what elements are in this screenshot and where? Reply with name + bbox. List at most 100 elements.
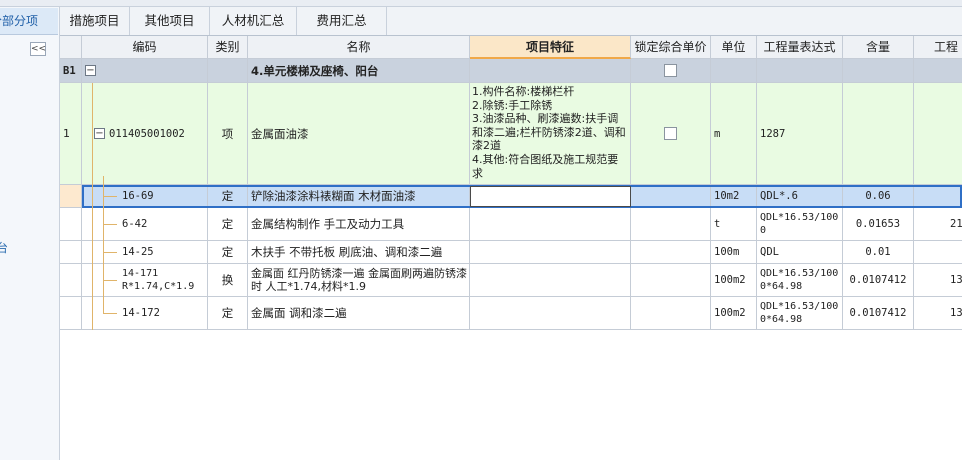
side-tree-label[interactable]: 台 xyxy=(0,239,8,256)
row-d4-lock xyxy=(631,264,711,297)
row-d2-name[interactable]: 金属结构制作 手工及动力工具 xyxy=(248,208,470,241)
row-d1-type: 定 xyxy=(208,185,248,208)
row-d5-feature[interactable] xyxy=(470,297,631,330)
row-d4-unit[interactable]: 100m2 xyxy=(711,264,757,297)
row-d2-code[interactable]: 6-42 xyxy=(82,208,208,241)
row-index-1: 1 xyxy=(60,83,82,185)
row-1-feature[interactable]: 1.构件名称:楼梯栏杆 2.除锈:手工除锈 3.油漆品种、刷漆遍数:扶手调和漆二… xyxy=(470,83,631,185)
row-d4-code[interactable]: 14-171 R*1.74,C*1.9 xyxy=(82,264,208,297)
row-b1-quantity xyxy=(914,59,962,83)
row-b1-name[interactable]: 4.单元楼梯及座椅、阳台 xyxy=(248,59,470,83)
row-d4-quantity[interactable]: 13 xyxy=(914,264,962,297)
row-d2-unit[interactable]: t xyxy=(711,208,757,241)
row-1-lock xyxy=(631,83,711,185)
collapse-panel-button[interactable]: << xyxy=(30,42,46,56)
row-1-quantity xyxy=(914,83,962,185)
header-content[interactable]: 含量 xyxy=(843,36,914,59)
header-name[interactable]: 名称 xyxy=(248,36,470,59)
bill-items-grid: 编码 类别 名称 项目特征 锁定综合单价 单位 工程量表达式 含量 工程 B1 … xyxy=(60,36,962,331)
tab-fenbufenxiang[interactable]: 分部分项 xyxy=(0,8,58,35)
header-code[interactable]: 编码 xyxy=(82,36,208,59)
feature-edit-box[interactable] xyxy=(470,186,631,207)
row-d3-expr[interactable]: QDL xyxy=(757,241,843,264)
row-d2-type: 定 xyxy=(208,208,248,241)
row-d3-content[interactable]: 0.01 xyxy=(843,241,914,264)
row-index-b1: B1 xyxy=(60,59,82,83)
top-tab-bar: 措施项目 其他项目 人材机汇总 费用汇总 xyxy=(60,7,962,36)
row-d2-feature[interactable] xyxy=(470,208,631,241)
row-d2-lock xyxy=(631,208,711,241)
collapse-minus-icon[interactable]: − xyxy=(94,128,105,139)
tree-line-branch xyxy=(103,280,117,281)
row-d1-lock xyxy=(631,185,711,208)
row-d5-lock xyxy=(631,297,711,330)
row-b1-content xyxy=(843,59,914,83)
row-b1-lock xyxy=(631,59,711,83)
row-1-content xyxy=(843,83,914,185)
header-type[interactable]: 类别 xyxy=(208,36,248,59)
row-d1-expr[interactable]: QDL*.6 xyxy=(757,185,843,208)
tree-line-branch xyxy=(103,313,117,314)
row-d5-content[interactable]: 0.0107412 xyxy=(843,297,914,330)
row-1-expr[interactable]: 1287 xyxy=(757,83,843,185)
row-d1-name[interactable]: 铲除油漆涂料裱糊面 木材面油漆 xyxy=(248,185,470,208)
row-1-type: 项 xyxy=(208,83,248,185)
grid-empty-area xyxy=(60,331,962,460)
header-corner xyxy=(60,36,82,59)
row-d5-type: 定 xyxy=(208,297,248,330)
tab-other-items[interactable]: 其他项目 xyxy=(130,7,210,35)
row-d1-unit[interactable]: 10m2 xyxy=(711,185,757,208)
row-d4-expr[interactable]: QDL*16.53/1000*64.98 xyxy=(757,264,843,297)
row-d3-code[interactable]: 14-25 xyxy=(82,241,208,264)
row-d3-name[interactable]: 木扶手 不带托板 刷底油、调和漆二遍 xyxy=(248,241,470,264)
lock-price-checkbox[interactable] xyxy=(664,127,677,140)
header-feature[interactable]: 项目特征 xyxy=(470,36,631,59)
row-d2-content[interactable]: 0.01653 xyxy=(843,208,914,241)
row-1-unit[interactable]: m xyxy=(711,83,757,185)
row-b1-feature[interactable] xyxy=(470,59,631,83)
row-d3-lock xyxy=(631,241,711,264)
tree-line-branch xyxy=(103,196,117,197)
row-d1-code[interactable]: 16-69 xyxy=(82,185,208,208)
row-d1-content[interactable]: 0.06 xyxy=(843,185,914,208)
row-index-d2 xyxy=(60,208,82,241)
row-1-name[interactable]: 金属面油漆 xyxy=(248,83,470,185)
row-d3-feature[interactable] xyxy=(470,241,631,264)
tab-labor-material-summary[interactable]: 人材机汇总 xyxy=(210,7,297,35)
row-b1-code: − xyxy=(82,59,208,83)
tab-measures[interactable]: 措施项目 xyxy=(60,7,130,35)
row-d2-quantity[interactable]: 21 xyxy=(914,208,962,241)
row-d4-name[interactable]: 金属面 红丹防锈漆一遍 金属面刷两遍防锈漆时 人工*1.74,材料*1.9 xyxy=(248,264,470,297)
row-d2-expr[interactable]: QDL*16.53/1000 xyxy=(757,208,843,241)
row-d5-expr[interactable]: QDL*16.53/1000*64.98 xyxy=(757,297,843,330)
header-unit[interactable]: 单位 xyxy=(711,36,757,59)
row-index-selected xyxy=(60,185,82,208)
row-1-code[interactable]: − 011405001002 xyxy=(82,83,208,185)
row-d1-quantity xyxy=(914,185,962,208)
header-lock-price[interactable]: 锁定综合单价 xyxy=(631,36,711,59)
item-code: 011405001002 xyxy=(109,127,185,140)
collapse-minus-icon[interactable]: − xyxy=(85,65,96,76)
tree-line-branch xyxy=(103,224,117,225)
row-b1-unit xyxy=(711,59,757,83)
row-index-d3 xyxy=(60,241,82,264)
row-d3-unit[interactable]: 100m xyxy=(711,241,757,264)
row-d5-name[interactable]: 金属面 调和漆二遍 xyxy=(248,297,470,330)
row-d4-content[interactable]: 0.0107412 xyxy=(843,264,914,297)
row-d5-unit[interactable]: 100m2 xyxy=(711,297,757,330)
row-index-d5 xyxy=(60,297,82,330)
row-d4-feature[interactable] xyxy=(470,264,631,297)
lock-price-checkbox[interactable] xyxy=(664,64,677,77)
row-d5-code[interactable]: 14-172 xyxy=(82,297,208,330)
row-b1-expr xyxy=(757,59,843,83)
tree-line-vertical xyxy=(92,83,93,330)
row-d5-quantity[interactable]: 13 xyxy=(914,297,962,330)
header-quantity[interactable]: 工程 xyxy=(914,36,962,59)
left-navigation-panel: 分部分项 << 台 xyxy=(0,7,60,460)
tab-cost-summary[interactable]: 费用汇总 xyxy=(297,7,387,35)
header-quantity-expression[interactable]: 工程量表达式 xyxy=(757,36,843,59)
row-b1-type xyxy=(208,59,248,83)
row-d3-type: 定 xyxy=(208,241,248,264)
top-toolbar-strip xyxy=(0,0,962,7)
row-d4-type: 换 xyxy=(208,264,248,297)
